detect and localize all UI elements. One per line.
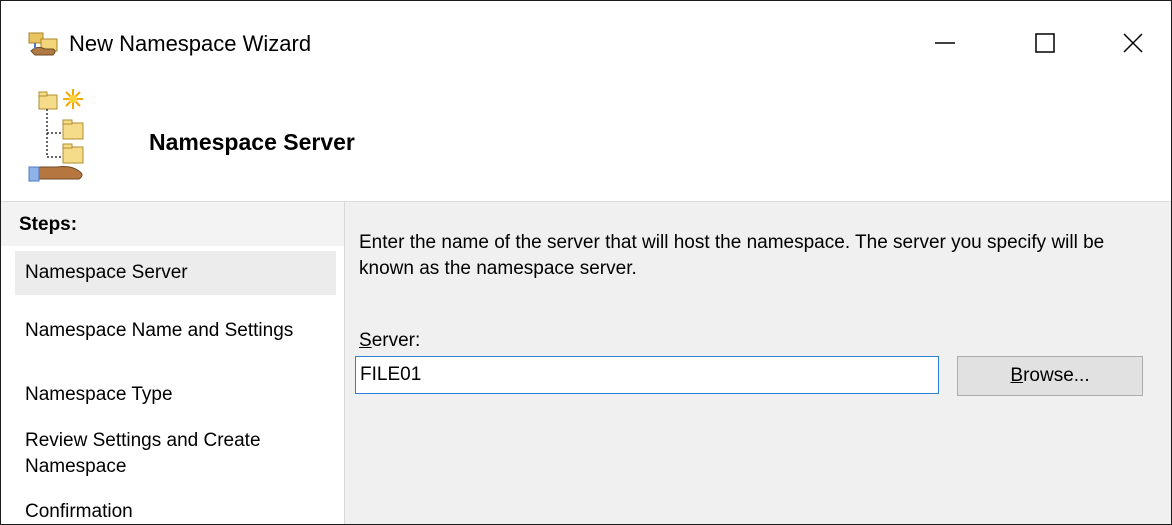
- content-pane: Enter the name of the server that will h…: [345, 202, 1171, 524]
- server-input[interactable]: [355, 356, 939, 394]
- maximize-icon: [1035, 33, 1055, 53]
- step-review-settings: Review Settings and Create Namespace: [25, 430, 261, 477]
- step-confirmation: Confirmation: [25, 501, 133, 522]
- server-label: Server:: [359, 330, 420, 352]
- maximize-button[interactable]: [1017, 23, 1073, 63]
- browse-access-key: B: [1010, 365, 1024, 386]
- steps-heading: Steps:: [1, 202, 344, 246]
- step-namespace-name-and-settings: Namespace Name and Settings: [25, 320, 294, 341]
- instruction-text: Enter the name of the server that will h…: [359, 232, 1105, 279]
- browse-label: rowse...: [1023, 365, 1090, 386]
- step-namespace-type: Namespace Type: [25, 384, 173, 405]
- wizard-header: Namespace Server: [1, 83, 1171, 202]
- page-title: Namespace Server: [149, 129, 355, 155]
- namespace-wizard-icon: [28, 32, 58, 56]
- server-label-access-key: S: [359, 330, 372, 351]
- browse-button[interactable]: Browse...: [957, 356, 1143, 396]
- steps-pane: Steps: Namespace Server Namespace Name a…: [1, 202, 345, 524]
- server-label-text: erver:: [371, 330, 421, 351]
- title-bar[interactable]: New Namespace Wizard: [1, 1, 1171, 83]
- minimize-icon: [935, 42, 955, 44]
- close-button[interactable]: [1105, 23, 1161, 63]
- minimize-button[interactable]: [917, 23, 973, 63]
- close-icon: [1123, 33, 1143, 53]
- namespace-tree-icon: [28, 89, 84, 182]
- wizard-window: New Namespace Wizard Namespace Server St…: [0, 0, 1172, 525]
- step-namespace-server: Namespace Server: [15, 251, 336, 295]
- window-title: New Namespace Wizard: [69, 31, 312, 56]
